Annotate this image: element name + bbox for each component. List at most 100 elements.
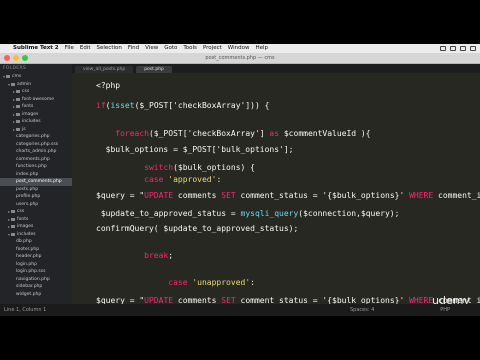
video-frame: Sublime Text 2 File Edit Selection Find …	[0, 0, 480, 360]
sidebar-folder[interactable]: ▸ images	[0, 223, 72, 231]
sidebar-folder[interactable]: ▾ cms	[0, 73, 72, 81]
sidebar-folder[interactable]: ▾ admin	[0, 81, 72, 89]
code-area[interactable]: <?php if(isset($_POST['checkBoxArray'])) …	[96, 73, 480, 304]
battery-icon[interactable]	[440, 46, 446, 51]
code-line[interactable]: confirmQuery( $update_to_approved_status…	[96, 224, 298, 233]
code-token: case	[168, 278, 188, 287]
sidebar-folder[interactable]: ▸ css	[0, 208, 72, 216]
sidebar-folder[interactable]: ▸ images	[0, 111, 72, 119]
sidebar-tree: ▾ cms ▾ admin ▸ css ▸ font-awesome ▸ fonts ▸ images…	[0, 73, 72, 298]
code-line[interactable]: $bulk_options = $_POST['bulk_options'];	[96, 145, 294, 154]
sidebar-file[interactable]: functions.php	[0, 163, 72, 171]
sidebar-file[interactable]: login.php	[0, 261, 72, 269]
code-line[interactable]: case 'unapproved':	[96, 278, 255, 287]
sidebar-file[interactable]: categories.php.sss	[0, 141, 72, 149]
status-bar: Line 1, Column 1 Spaces: 4 PHP	[0, 304, 480, 316]
list-icon[interactable]	[470, 46, 476, 51]
sidebar-folder[interactable]: ▸ fonts	[0, 103, 72, 111]
code-token: comments	[173, 191, 222, 200]
menu-tools[interactable]: Tools	[180, 44, 200, 53]
line-gutter	[72, 73, 92, 304]
folder-icon	[16, 120, 20, 124]
code-line[interactable]: $query = "UPDATE comments SET comment_st…	[96, 296, 480, 304]
code-token: 'unapproved'	[192, 278, 251, 287]
code-line[interactable]: if(isset($_POST['checkBoxArray'])) {	[96, 101, 269, 110]
code-editor[interactable]: <?php if(isset($_POST['checkBoxArray'])) …	[72, 73, 480, 304]
close-button[interactable]	[4, 55, 10, 61]
sidebar-file[interactable]: comments.php	[0, 156, 72, 164]
zoom-button[interactable]	[22, 55, 28, 61]
sidebar-file[interactable]: charts_admin.php	[0, 148, 72, 156]
menu-window[interactable]: Window	[225, 44, 253, 53]
menu-selection[interactable]: Selection	[94, 44, 125, 53]
sidebar-file[interactable]: widget.php	[0, 291, 72, 299]
sidebar-folder[interactable]: ▸ css	[0, 88, 72, 96]
menu-view[interactable]: View	[142, 44, 161, 53]
code-line[interactable]: switch($bulk_options) {	[96, 163, 255, 172]
sidebar-file[interactable]: profile.php	[0, 193, 72, 201]
wifi-icon[interactable]	[450, 46, 456, 51]
menu-help[interactable]: Help	[252, 44, 271, 53]
code-token: comment_status = '{$bulk_options}'	[235, 191, 410, 200]
window-title: post_comments.php — cms	[205, 55, 275, 61]
indentation-setting[interactable]: Spaces: 4	[350, 304, 374, 316]
code-token: ($_POST['checkBoxArray']	[148, 129, 270, 138]
code-line[interactable]: $query = "UPDATE comments SET comment_st…	[96, 191, 480, 200]
sidebar-file[interactable]: post_comments.php	[0, 178, 72, 186]
folder-icon	[6, 75, 10, 79]
sidebar-item-label: includes	[22, 119, 41, 124]
sidebar-folder[interactable]: ▸ includes	[0, 118, 72, 126]
sidebar-file[interactable]: navigation.php	[0, 276, 72, 284]
code-line[interactable]: <?php	[96, 81, 120, 90]
sidebar-folder[interactable]: ▸ js	[0, 126, 72, 134]
sidebar-file[interactable]: footer.php	[0, 246, 72, 254]
code-line[interactable]: break;	[96, 251, 173, 260]
sidebar-folder[interactable]: ▸ font-awesome	[0, 96, 72, 104]
sidebar-item-label: images	[22, 111, 39, 117]
menu-edit[interactable]: Edit	[77, 44, 94, 53]
sidebar-item-label: css	[17, 209, 25, 214]
tab-bar: view_all_posts.php post.php	[72, 64, 480, 73]
menu-app-name[interactable]: Sublime Text 2	[10, 44, 62, 53]
code-token: comment_status = '{$bulk_options}'	[235, 296, 410, 304]
menu-file[interactable]: File	[62, 44, 77, 53]
code-line[interactable]: case 'approved':	[96, 175, 221, 184]
syntax-setting[interactable]: PHP	[440, 304, 450, 316]
sidebar-file[interactable]: sidebar.php	[0, 283, 72, 291]
folder-icon	[16, 112, 20, 116]
code-token: switch	[144, 163, 174, 172]
code-line[interactable]: foreach($_POST['checkBoxArray'] as $comm…	[96, 129, 370, 138]
sidebar-item-label: db.php	[16, 239, 32, 244]
sidebar-file[interactable]: header.php	[0, 253, 72, 261]
search-icon[interactable]	[460, 46, 466, 51]
code-token: if	[96, 101, 106, 110]
sidebar-item-label: css	[22, 89, 30, 94]
code-token: confirmQuery( $update_to_approved_status…	[96, 224, 299, 233]
tab-view-all-posts[interactable]: view_all_posts.php	[75, 66, 134, 73]
letterbox-top	[0, 0, 480, 44]
code-token: 'approved'	[168, 175, 217, 184]
menubar-status-icons	[440, 46, 480, 51]
code-line[interactable]: $update_to_approved_status = mysqli_quer…	[96, 209, 400, 218]
sidebar-folder[interactable]: ▸ fonts	[0, 216, 72, 224]
tab-post[interactable]: post.php	[136, 66, 172, 73]
sidebar-item-label: comments.php	[16, 156, 50, 162]
menu-find[interactable]: Find	[125, 44, 142, 53]
sidebar-file[interactable]: login.php.sss	[0, 268, 72, 276]
sidebar-file[interactable]: db.php	[0, 238, 72, 246]
folder-icon	[16, 127, 20, 131]
folder-icon	[16, 97, 20, 101]
sidebar-file[interactable]: categories.php	[0, 133, 72, 141]
code-token: ($_POST['checkBoxArray'])) {	[134, 101, 270, 110]
menu-goto[interactable]: Goto	[161, 44, 180, 53]
sidebar-item-label: profile.php	[16, 194, 41, 199]
menu-project[interactable]: Project	[200, 44, 225, 53]
window-titlebar: post_comments.php — cms	[0, 53, 480, 64]
sidebar-folder[interactable]: ▾ includes	[0, 231, 72, 239]
sidebar-file[interactable]: posts.php	[0, 186, 72, 194]
sidebar-file[interactable]: users.php	[0, 201, 72, 209]
sidebar-file[interactable]: index.php	[0, 171, 72, 179]
minimize-button[interactable]	[13, 55, 19, 61]
